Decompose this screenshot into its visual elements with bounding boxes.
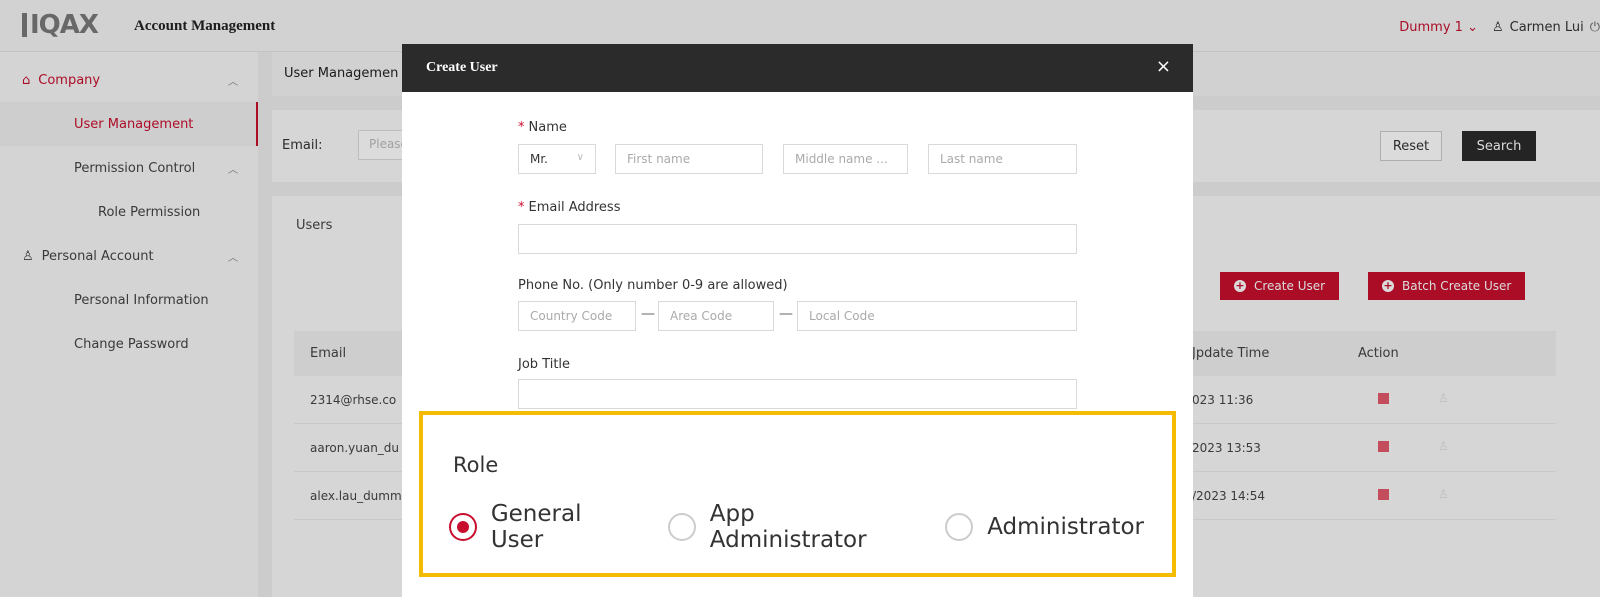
chevron-down-icon: ∨ <box>576 152 584 163</box>
role-option-label: General User <box>490 501 582 553</box>
role-radio-group: General User App Administrator Administr… <box>449 501 1172 553</box>
name-label-text: Name <box>528 120 567 135</box>
radio-selected-icon[interactable] <box>449 513 477 541</box>
phone-separator: — <box>779 306 793 322</box>
country-code-input[interactable]: Country Code <box>518 301 636 331</box>
close-icon[interactable]: × <box>1156 56 1171 78</box>
name-label: * Name <box>518 120 567 135</box>
email-address-label: * Email Address <box>518 200 620 215</box>
required-asterisk: * <box>518 200 525 215</box>
title-value: Mr. <box>530 152 548 166</box>
local-code-input[interactable]: Local Code <box>797 301 1077 331</box>
last-name-input[interactable]: Last name <box>928 144 1077 174</box>
role-option-label: Administrator <box>987 514 1144 540</box>
job-title-input[interactable] <box>518 379 1077 409</box>
title-select[interactable]: Mr. ∨ <box>518 144 596 174</box>
email-label-text: Email Address <box>528 200 621 215</box>
modal-header: Create User × <box>402 44 1193 92</box>
area-code-input[interactable]: Area Code <box>658 301 774 331</box>
role-option-app-administrator[interactable]: App Administrator <box>667 501 917 553</box>
role-option-administrator[interactable]: Administrator <box>945 513 1144 541</box>
email-address-input[interactable] <box>518 224 1077 254</box>
phone-separator: — <box>641 306 655 322</box>
role-highlight-box: Role General User App Administrator Admi… <box>419 411 1176 577</box>
modal-title: Create User <box>426 60 498 75</box>
job-title-label: Job Title <box>518 357 571 372</box>
phone-label: Phone No. (Only number 0-9 are allowed) <box>518 278 788 293</box>
radio-unselected-icon[interactable] <box>667 513 696 541</box>
first-name-input[interactable]: First name <box>615 144 763 174</box>
middle-name-input[interactable]: Middle name ... <box>783 144 908 174</box>
role-label: Role <box>453 453 499 477</box>
radio-unselected-icon[interactable] <box>945 513 974 541</box>
required-asterisk: * <box>518 120 525 135</box>
role-option-label: App Administrator <box>709 501 867 553</box>
role-option-general-user[interactable]: General User <box>449 501 640 553</box>
